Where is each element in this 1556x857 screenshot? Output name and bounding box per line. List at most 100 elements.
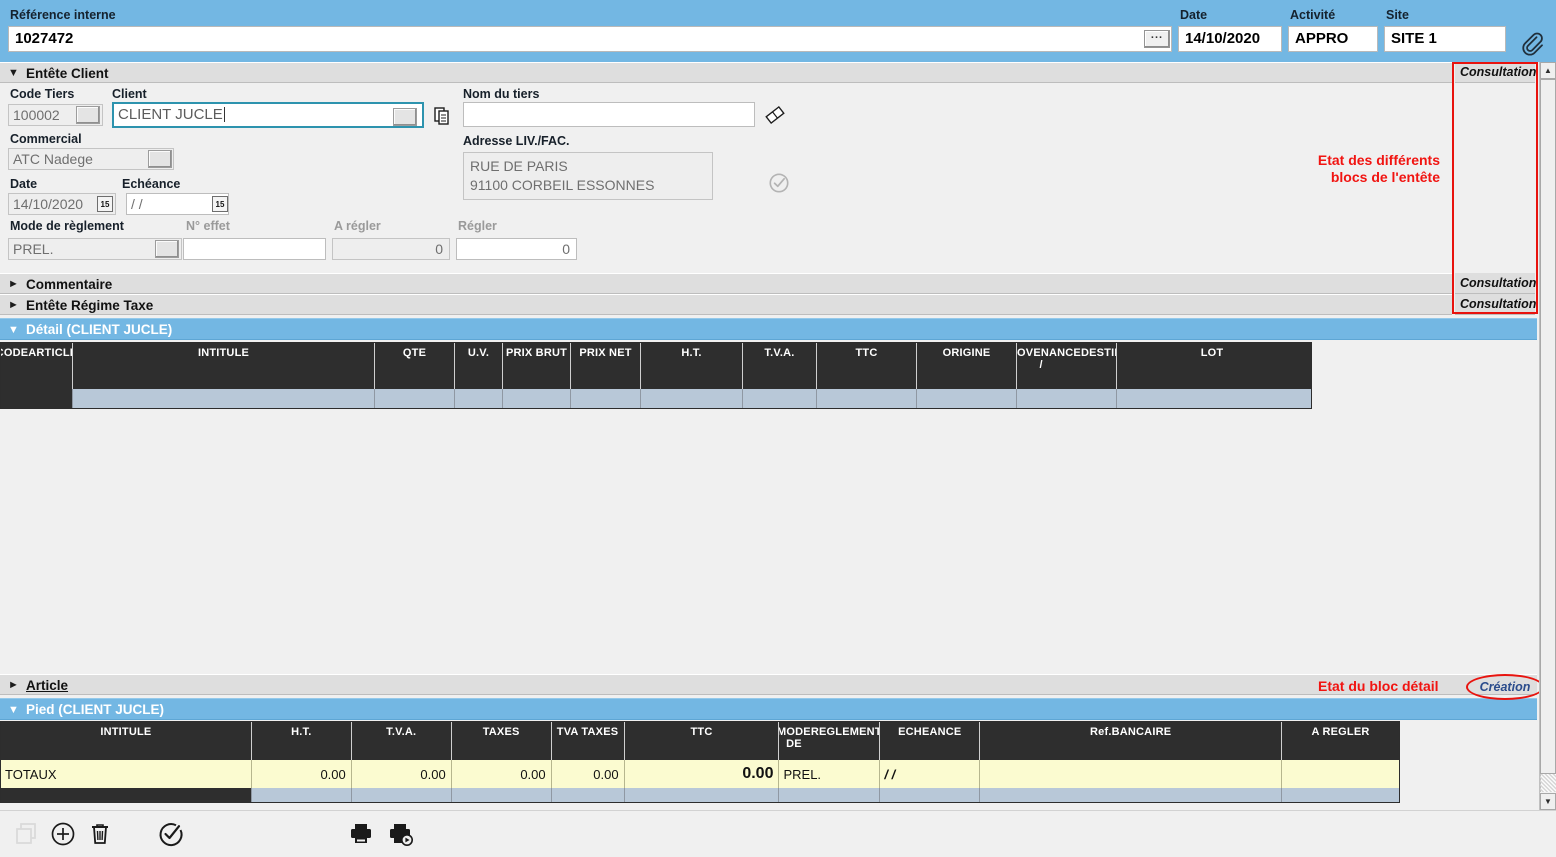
section-header-pied[interactable]: ▼ Pied (CLIENT JUCLE) [0,698,1537,720]
scroll-up-arrow-icon[interactable]: ▲ [1540,62,1556,79]
column-header[interactable]: T.V.A. [743,343,817,389]
pied-grid-body[interactable]: TOTAUX0.000.000.000.000.00PREL./ / [1,760,1399,802]
column-header[interactable]: INTITULE [73,343,375,389]
activite-input[interactable]: APPRO [1288,26,1378,52]
column-header[interactable]: H.T. [641,343,743,389]
regler-input[interactable]: 0 [456,238,577,260]
table-cell[interactable] [1,788,252,802]
table-cell[interactable] [1282,760,1399,788]
check-circle-icon[interactable] [768,172,790,194]
column-header[interactable]: U.V. [455,343,503,389]
column-header[interactable]: SITEPROVENANCE /DESTINATION [1017,343,1117,389]
commercial-lookup-button[interactable] [148,150,172,168]
table-row[interactable]: TOTAUX0.000.000.000.000.00PREL./ / [1,760,1399,788]
eraser-icon[interactable] [764,104,786,126]
validate-icon[interactable] [158,821,184,847]
table-cell[interactable] [917,389,1017,408]
table-cell[interactable] [641,389,743,408]
table-cell[interactable]: / / [880,760,980,788]
section-header-entete-client[interactable]: ▼ Entête Client [0,62,1452,83]
column-header[interactable]: TTC [625,722,780,760]
n-effet-input[interactable] [183,238,326,260]
top-header-bar: Référence interne 1027472 ... Date 14/10… [0,0,1556,62]
copy-documents-icon[interactable] [434,106,454,126]
section-header-detail[interactable]: ▼ Détail (CLIENT JUCLE) [0,318,1537,340]
scrollbar-thumb[interactable] [1540,79,1556,774]
table-cell[interactable] [980,788,1282,802]
reference-lookup-button[interactable]: ... [1144,30,1170,48]
column-header[interactable]: T.V.A. [352,722,452,760]
print-icon[interactable] [348,821,374,847]
nom-du-tiers-input[interactable] [463,102,755,127]
pied-grid[interactable]: INTITULEH.T.T.V.A.TAXESTVA TAXESTTCMODE … [0,721,1400,803]
mode-reglement-lookup-button[interactable] [155,240,179,258]
table-cell[interactable] [980,760,1282,788]
add-icon[interactable] [50,821,76,847]
table-cell[interactable] [779,788,880,802]
column-header[interactable]: PRIX BRUT [503,343,571,389]
table-cell[interactable]: PREL. [779,760,880,788]
client-lookup-button[interactable] [393,108,417,126]
column-header[interactable]: PRIX NET [571,343,641,389]
table-cell[interactable] [252,788,352,802]
detail-grid-body[interactable] [1,389,1311,408]
detail-grid[interactable]: CODEARTICLEINTITULEQTEU.V.PRIX BRUTPRIX … [0,342,1312,409]
table-row[interactable] [1,788,1399,802]
column-header[interactable]: H.T. [252,722,352,760]
a-regler-input[interactable]: 0 [332,238,450,260]
vertical-scrollbar[interactable]: ▲ ▼ [1539,62,1556,810]
table-cell[interactable] [552,788,625,802]
section-header-article[interactable]: ► Article [0,674,1537,695]
table-cell[interactable] [625,788,780,802]
adresse-liv-fac-box[interactable]: RUE DE PARIS 91100 CORBEIL ESSONNES [463,152,713,200]
column-header[interactable]: TTC [817,343,917,389]
column-header[interactable]: TVA TAXES [552,722,625,760]
section-header-regime-taxe[interactable]: ► Entête Régime Taxe [0,294,1452,315]
table-cell[interactable] [452,788,552,802]
column-header[interactable]: Ref.BANCAIRE [980,722,1282,760]
table-cell[interactable]: 0.00 [552,760,625,788]
print-preview-icon[interactable] [388,821,414,847]
table-cell[interactable] [455,389,503,408]
table-cell[interactable]: 0.00 [252,760,352,788]
table-cell[interactable] [571,389,641,408]
table-cell[interactable] [743,389,817,408]
code-tiers-lookup-button[interactable] [76,106,100,124]
table-cell[interactable] [1117,389,1307,408]
section-header-commentaire[interactable]: ► Commentaire [0,273,1452,294]
table-cell[interactable] [1017,389,1117,408]
date-input[interactable]: 14/10/2020 [1178,26,1282,52]
table-row[interactable] [1,389,1311,408]
column-header[interactable]: A REGLER [1282,722,1399,760]
table-cell[interactable] [375,389,455,408]
table-cell[interactable] [1282,788,1399,802]
table-cell[interactable] [817,389,917,408]
detail-status-badge[interactable]: Création [1466,674,1544,700]
column-header[interactable]: LOT [1117,343,1307,389]
duplicate-icon[interactable] [14,821,40,847]
column-header[interactable]: INTITULE [1,722,252,760]
column-header[interactable]: ORIGINE [917,343,1017,389]
column-header[interactable]: TAXES [452,722,552,760]
column-header[interactable]: CODEARTICLE [1,343,73,389]
column-header[interactable]: MODE DEREGLEMENT [779,722,880,760]
paperclip-icon[interactable] [1520,30,1544,56]
date-calendar-icon[interactable]: 15 [97,196,113,212]
column-header[interactable]: QTE [375,343,455,389]
table-cell[interactable]: TOTAUX [1,760,252,788]
echeance-calendar-icon[interactable]: 15 [212,196,228,212]
column-header[interactable]: ECHEANCE [880,722,980,760]
delete-icon[interactable] [87,821,113,847]
table-cell[interactable] [73,389,375,408]
table-cell[interactable] [1,389,73,408]
table-cell[interactable] [880,788,980,802]
site-input[interactable]: SITE 1 [1384,26,1506,52]
table-cell[interactable] [352,788,452,802]
reference-interne-input[interactable]: 1027472 [8,26,1172,52]
client-input[interactable]: CLIENT JUCLE [112,102,424,128]
table-cell[interactable]: 0.00 [352,760,452,788]
table-cell[interactable]: 0.00 [452,760,552,788]
scroll-down-arrow-icon[interactable]: ▼ [1540,793,1556,810]
table-cell[interactable] [503,389,571,408]
table-cell[interactable]: 0.00 [625,760,780,788]
